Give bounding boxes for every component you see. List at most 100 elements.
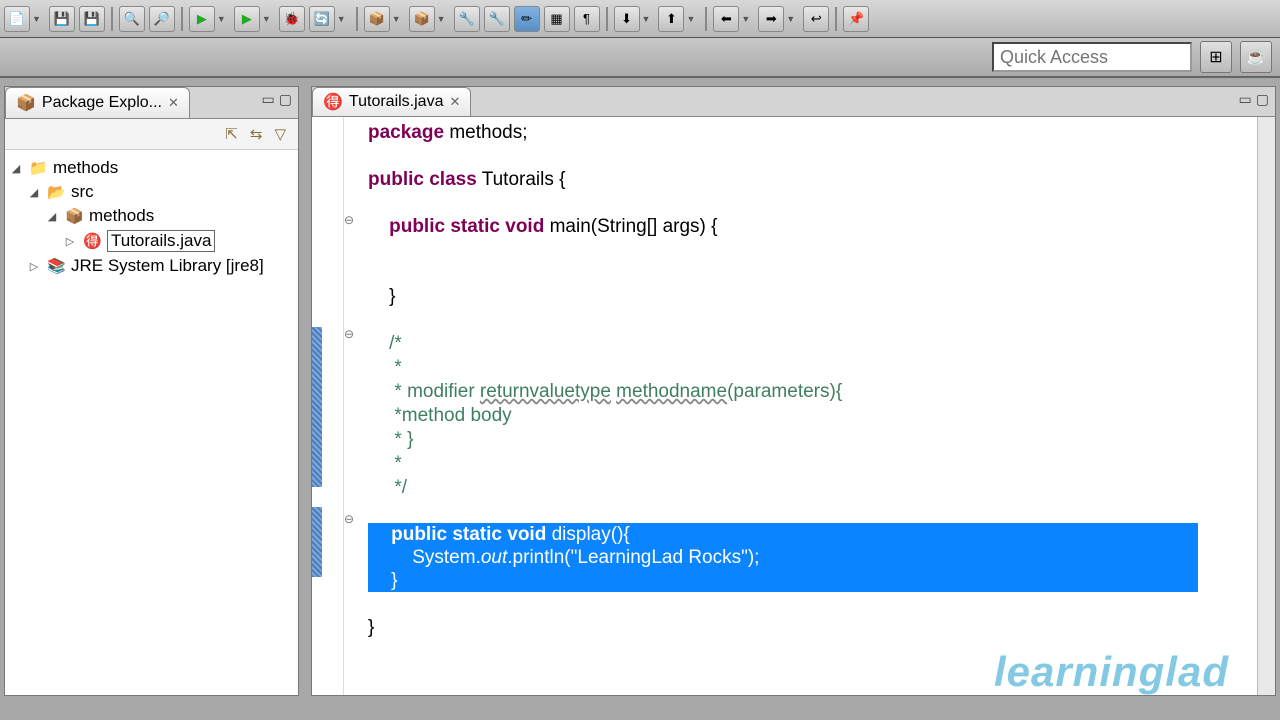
show-whitespace-icon[interactable]: ¶ xyxy=(574,6,600,32)
dropdown-icon[interactable]: ▼ xyxy=(741,14,750,24)
maximize-icon[interactable]: ▢ xyxy=(279,91,292,108)
tree-project[interactable]: ◢ 📁 methods xyxy=(9,156,294,180)
project-tree: ◢ 📁 methods ◢ 📂 src ◢ 📦 methods ▷ 🉐 Tuto… xyxy=(5,150,298,284)
tree-label: Tutorails.java xyxy=(107,230,215,252)
expand-icon[interactable]: ▷ xyxy=(63,235,77,248)
pin-editor-icon[interactable]: 📌 xyxy=(843,6,869,32)
dropdown-icon[interactable]: ▼ xyxy=(32,14,41,24)
zoom-icon[interactable]: 🔎 xyxy=(149,6,175,32)
panel-tool-buttons: ▭ ▢ xyxy=(262,91,292,108)
expand-icon[interactable]: ◢ xyxy=(27,186,41,199)
prev-annotation-icon[interactable]: ⬆ xyxy=(658,6,684,32)
save-all-icon[interactable]: 💾 xyxy=(79,6,105,32)
forward-icon[interactable]: ➡ xyxy=(758,6,784,32)
fold-icon[interactable]: ⊖ xyxy=(344,213,354,227)
tab-label: Tutorails.java xyxy=(349,93,444,111)
tree-file[interactable]: ▷ 🉐 Tutorails.java xyxy=(9,228,294,254)
dropdown-icon[interactable]: ▼ xyxy=(686,14,695,24)
separator xyxy=(606,7,608,31)
dropdown-icon[interactable]: ▼ xyxy=(262,14,271,24)
change-segment xyxy=(312,327,322,487)
save-icon[interactable]: 💾 xyxy=(49,6,75,32)
library-icon: 📚 xyxy=(47,257,65,275)
java-file-icon: 🉐 xyxy=(83,232,101,250)
code-editor[interactable]: package methods; public class Tutorails … xyxy=(360,117,1257,695)
new-icon[interactable]: 📄 xyxy=(4,6,30,32)
main-area: 📦 Package Explo... ✕ ▭ ▢ ⇱ ⇆ ▽ ◢ 📁 metho… xyxy=(0,78,1280,708)
tree-jre[interactable]: ▷ 📚 JRE System Library [jre8] xyxy=(9,254,294,278)
quick-access-input[interactable] xyxy=(992,42,1192,72)
vertical-scrollbar[interactable] xyxy=(1257,117,1275,695)
run-last-icon[interactable]: ▶ xyxy=(234,6,260,32)
new-package-icon[interactable]: 📦 xyxy=(364,6,390,32)
main-toolbar: 📄▼ 💾 💾 🔍 🔎 ▶▼ ▶▼ 🐞 🔄▼ 📦▼ 📦▼ 🔧 🔧 ✏ ▦ ¶ ⬇▼… xyxy=(0,0,1280,38)
selected-code: public static void display(){ System.out… xyxy=(368,523,1198,592)
package-icon: 📦 xyxy=(65,207,83,225)
package-explorer-panel: 📦 Package Explo... ✕ ▭ ▢ ⇱ ⇆ ▽ ◢ 📁 metho… xyxy=(4,86,299,696)
dropdown-icon[interactable]: ▼ xyxy=(642,14,651,24)
dropdown-icon[interactable]: ▼ xyxy=(392,14,401,24)
panel-view-toolbar: ⇱ ⇆ ▽ xyxy=(5,119,298,150)
editor-body: ⊖ ⊖ ⊖ package methods; public class Tuto… xyxy=(312,117,1275,695)
project-icon: 📁 xyxy=(29,159,47,177)
link-editor-icon[interactable]: ⇆ xyxy=(250,125,263,143)
tab-package-explorer[interactable]: 📦 Package Explo... ✕ xyxy=(5,87,190,118)
separator xyxy=(835,7,837,31)
minimize-icon[interactable]: ▭ xyxy=(262,91,275,108)
back-icon[interactable]: ⬅ xyxy=(713,6,739,32)
tree-src[interactable]: ◢ 📂 src xyxy=(9,180,294,204)
watermark-logo: learninglad xyxy=(994,660,1229,683)
open-task-icon[interactable]: 🔧 xyxy=(484,6,510,32)
close-icon[interactable]: ✕ xyxy=(168,95,179,111)
open-perspective-icon[interactable]: ⊞ xyxy=(1200,41,1232,73)
new-class-icon[interactable]: 📦 xyxy=(409,6,435,32)
tree-label: methods xyxy=(53,158,118,178)
expand-icon[interactable]: ◢ xyxy=(9,162,23,175)
src-folder-icon: 📂 xyxy=(47,183,65,201)
expand-icon[interactable]: ▷ xyxy=(27,260,41,273)
separator xyxy=(111,7,113,31)
tab-label: Package Explo... xyxy=(42,94,162,112)
close-icon[interactable]: ✕ xyxy=(449,94,460,110)
dropdown-icon[interactable]: ▼ xyxy=(337,14,346,24)
debug-icon[interactable]: 🐞 xyxy=(279,6,305,32)
separator xyxy=(181,7,183,31)
fold-icon[interactable]: ⊖ xyxy=(344,512,354,526)
change-ruler xyxy=(312,117,322,695)
toggle-mark-icon[interactable]: ✏ xyxy=(514,6,540,32)
editor-tab-bar: 🉐 Tutorails.java ✕ ▭ ▢ xyxy=(312,87,1275,117)
editor-tool-buttons: ▭ ▢ xyxy=(1239,91,1269,108)
open-type-icon[interactable]: 🔧 xyxy=(454,6,480,32)
expand-icon[interactable]: ◢ xyxy=(45,210,59,223)
java-perspective-icon[interactable]: ☕ xyxy=(1240,41,1272,73)
collapse-all-icon[interactable]: ⇱ xyxy=(225,125,238,143)
last-edit-icon[interactable]: ↩ xyxy=(803,6,829,32)
fold-icon[interactable]: ⊖ xyxy=(344,327,354,341)
panel-tab-bar: 📦 Package Explo... ✕ ▭ ▢ xyxy=(5,87,298,119)
tab-editor-file[interactable]: 🉐 Tutorails.java ✕ xyxy=(312,87,471,116)
run-icon[interactable]: ▶ xyxy=(189,6,215,32)
minimize-icon[interactable]: ▭ xyxy=(1239,91,1252,108)
separator xyxy=(356,7,358,31)
marker-ruler xyxy=(322,117,344,695)
search-icon[interactable]: 🔍 xyxy=(119,6,145,32)
view-menu-icon[interactable]: ▽ xyxy=(274,125,286,143)
coverage-icon[interactable]: 🔄 xyxy=(309,6,335,32)
editor-panel: 🉐 Tutorails.java ✕ ▭ ▢ ⊖ ⊖ ⊖ package met… xyxy=(311,86,1276,696)
tree-label: JRE System Library [jre8] xyxy=(71,256,264,276)
dropdown-icon[interactable]: ▼ xyxy=(437,14,446,24)
quick-access-bar: ⊞ ☕ xyxy=(0,38,1280,78)
tree-label: src xyxy=(71,182,94,202)
block-select-icon[interactable]: ▦ xyxy=(544,6,570,32)
next-annotation-icon[interactable]: ⬇ xyxy=(614,6,640,32)
maximize-icon[interactable]: ▢ xyxy=(1256,91,1269,108)
dropdown-icon[interactable]: ▼ xyxy=(217,14,226,24)
tree-package[interactable]: ◢ 📦 methods xyxy=(9,204,294,228)
fold-ruler: ⊖ ⊖ ⊖ xyxy=(344,117,360,695)
tree-label: methods xyxy=(89,206,154,226)
package-icon: 📦 xyxy=(16,93,36,113)
java-file-icon: 🉐 xyxy=(323,92,343,112)
separator xyxy=(705,7,707,31)
change-segment xyxy=(312,507,322,577)
dropdown-icon[interactable]: ▼ xyxy=(786,14,795,24)
